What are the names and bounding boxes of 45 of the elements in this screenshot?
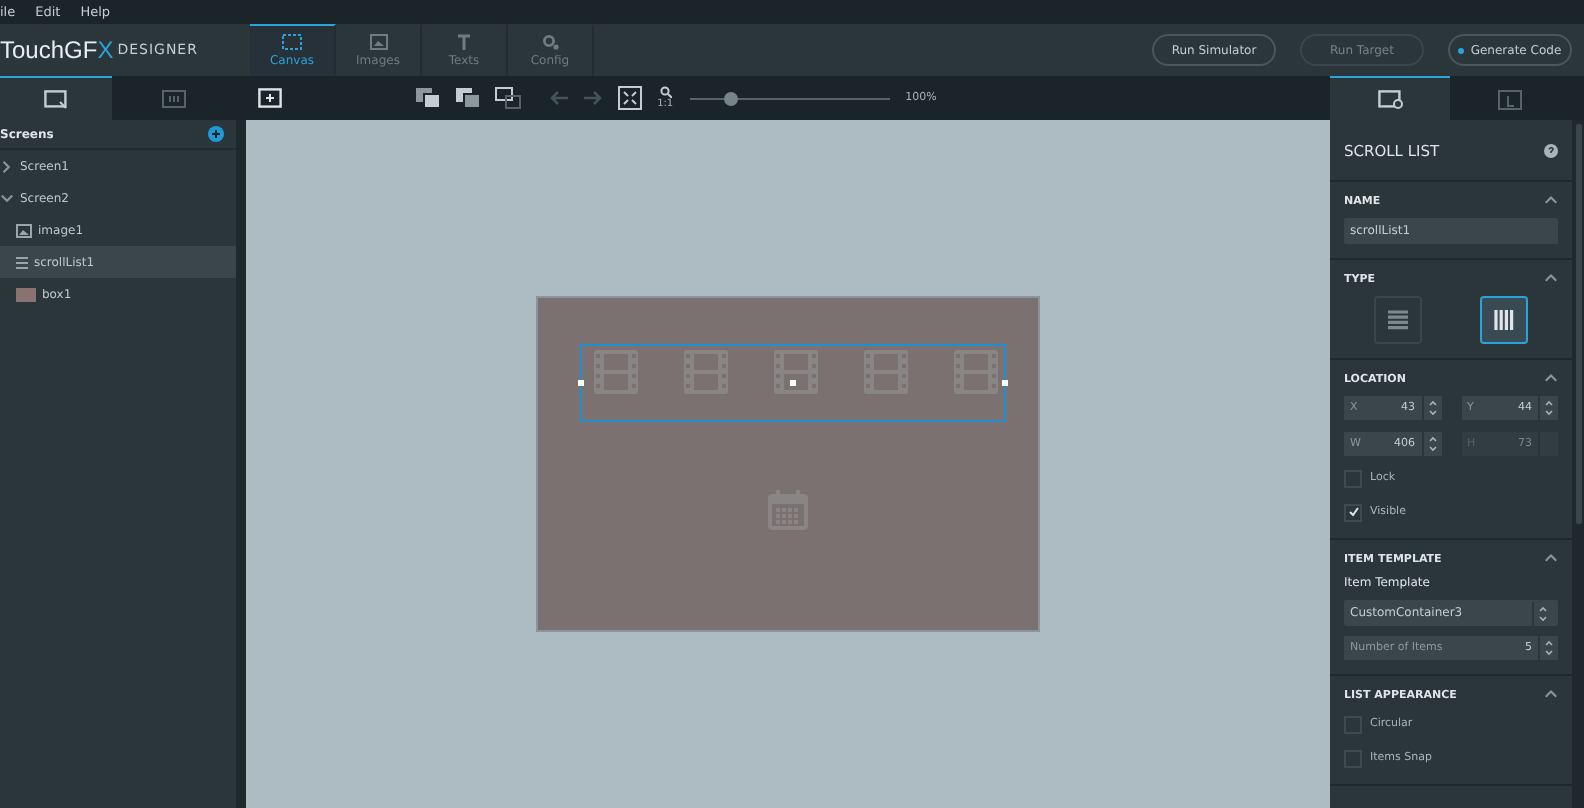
canvas-icon bbox=[282, 34, 302, 50]
add-icon[interactable] bbox=[208, 126, 224, 142]
logo: TouchGFX bbox=[0, 36, 114, 64]
screen-icon bbox=[44, 89, 68, 109]
image-icon bbox=[369, 34, 387, 50]
chevron-icon[interactable] bbox=[1544, 272, 1558, 286]
panel-tab[interactable] bbox=[1330, 76, 1450, 120]
widget-icon bbox=[162, 90, 186, 108]
film-icon bbox=[862, 348, 910, 396]
add-screen-icon[interactable] bbox=[258, 88, 282, 108]
properties-icon bbox=[1377, 89, 1403, 109]
film-icon bbox=[592, 348, 640, 396]
spinner-icon[interactable] bbox=[1538, 396, 1558, 420]
spinner-icon[interactable] bbox=[1421, 432, 1441, 456]
panel-tab[interactable] bbox=[0, 76, 112, 120]
status-dot bbox=[1458, 47, 1465, 53]
rows-icon bbox=[1385, 308, 1410, 332]
chevron-icon[interactable] bbox=[1544, 688, 1558, 702]
slider-thumb[interactable] bbox=[723, 91, 738, 105]
send-back-icon[interactable] bbox=[453, 86, 482, 110]
box-icon bbox=[16, 287, 36, 301]
gear-icon bbox=[541, 34, 559, 50]
image-icon bbox=[16, 223, 32, 237]
search-icon[interactable] bbox=[659, 86, 672, 98]
spinner-icon[interactable] bbox=[1538, 636, 1558, 660]
group-icon[interactable] bbox=[493, 86, 522, 110]
spinner-icon[interactable] bbox=[1532, 601, 1552, 625]
list-icon bbox=[16, 255, 28, 269]
rows-button[interactable] bbox=[1373, 296, 1422, 344]
spinner-icon[interactable] bbox=[1421, 396, 1441, 420]
chevron-icon[interactable] bbox=[1544, 372, 1558, 386]
chevron-icon[interactable] bbox=[0, 191, 14, 205]
columns-button[interactable] bbox=[1480, 296, 1529, 344]
text-icon bbox=[456, 34, 472, 50]
chevron-icon[interactable] bbox=[1544, 194, 1558, 208]
fit-screen-icon[interactable] bbox=[617, 86, 642, 110]
film-icon bbox=[772, 348, 820, 396]
chevron-icon[interactable] bbox=[1544, 552, 1558, 566]
film-icon bbox=[682, 348, 730, 396]
chevron-icon[interactable] bbox=[0, 159, 14, 173]
film-icon bbox=[952, 348, 1000, 396]
columns-icon bbox=[1492, 308, 1517, 332]
help-icon[interactable] bbox=[1544, 143, 1558, 157]
checkbox[interactable] bbox=[1344, 503, 1362, 521]
bring-front-icon[interactable] bbox=[413, 86, 442, 110]
